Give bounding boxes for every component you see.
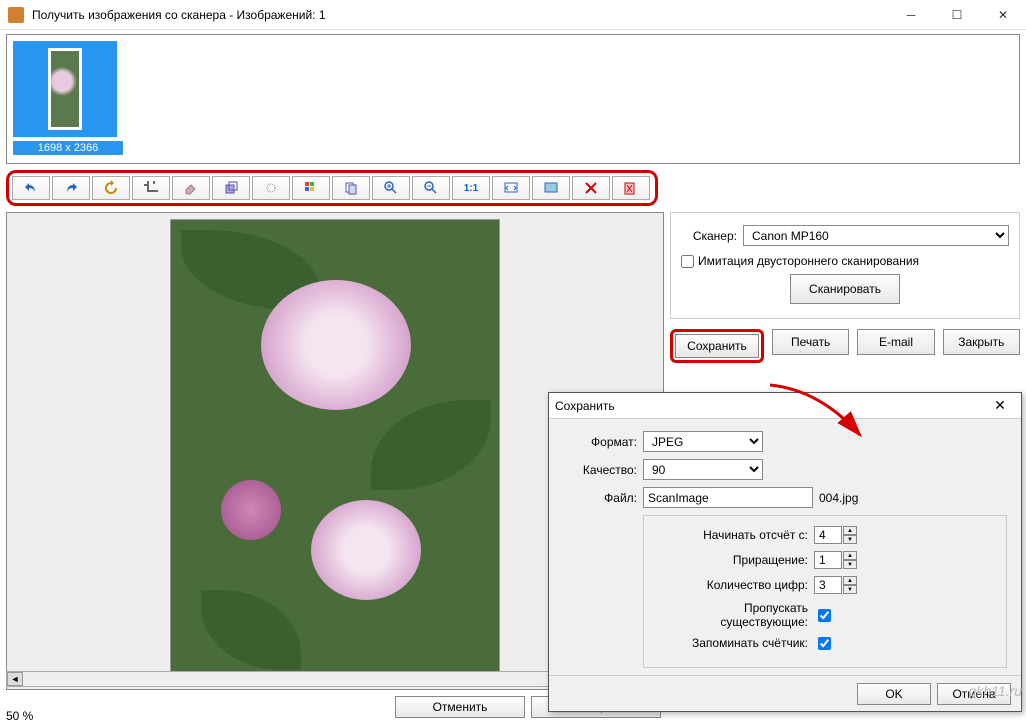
zoom-in-icon[interactable] <box>372 176 410 200</box>
dialog-close-button[interactable]: ✕ <box>985 397 1015 414</box>
file-input[interactable] <box>643 487 813 508</box>
start-count-input[interactable] <box>814 526 842 544</box>
clone-icon[interactable] <box>212 176 250 200</box>
maximize-button[interactable]: ☐ <box>934 0 980 30</box>
close-button[interactable]: ✕ <box>980 0 1026 30</box>
app-icon <box>8 7 24 23</box>
scanner-label: Сканер: <box>681 229 737 243</box>
file-label: Файл: <box>563 491 637 505</box>
thumbnail-strip: 1698 x 2366 <box>6 34 1020 164</box>
start-count-label: Начинать отсчёт с: <box>658 528 808 542</box>
toolbar: 1:1 <box>12 176 652 200</box>
inc-down[interactable]: ▼ <box>843 560 857 569</box>
zoom-level: 50 % <box>6 709 66 723</box>
thumbnail[interactable]: 1698 x 2366 <box>13 41 123 155</box>
format-label: Формат: <box>563 435 637 449</box>
inc-up[interactable]: ▲ <box>843 551 857 560</box>
close-panel-button[interactable]: Закрыть <box>943 329 1020 355</box>
print-button[interactable]: Печать <box>772 329 849 355</box>
copy-icon[interactable] <box>332 176 370 200</box>
crop-icon[interactable] <box>132 176 170 200</box>
dialog-title: Сохранить <box>555 399 985 413</box>
palette-icon[interactable] <box>292 176 330 200</box>
zoom-out-icon[interactable] <box>412 176 450 200</box>
dialog-titlebar[interactable]: Сохранить ✕ <box>549 393 1021 419</box>
thumbnail-dimensions: 1698 x 2366 <box>13 141 123 155</box>
delete-icon[interactable] <box>572 176 610 200</box>
preview-image <box>170 219 500 679</box>
undo-icon[interactable] <box>12 176 50 200</box>
scanner-group: Сканер: Canon MP160 Имитация двусторонне… <box>670 212 1020 319</box>
thumbnail-image <box>13 41 117 137</box>
dig-up[interactable]: ▲ <box>843 576 857 585</box>
email-button[interactable]: E-mail <box>857 329 934 355</box>
rotate-icon[interactable] <box>92 176 130 200</box>
fit-screen-icon[interactable] <box>492 176 530 200</box>
increment-input[interactable] <box>814 551 842 569</box>
action-buttons: Сохранить Печать E-mail Закрыть <box>670 329 1020 363</box>
duplex-checkbox[interactable] <box>681 255 694 268</box>
quality-select[interactable]: 90 <box>643 459 763 480</box>
fit-width-icon[interactable] <box>532 176 570 200</box>
quality-label: Качество: <box>563 463 637 477</box>
skip-existing-checkbox[interactable] <box>818 609 831 622</box>
file-suffix: 004.jpg <box>819 491 858 505</box>
remember-counter-label: Запоминать счётчик: <box>658 636 808 650</box>
skip-existing-label: Пропускать существующие: <box>658 601 808 629</box>
toolbar-highlight: 1:1 <box>6 170 658 206</box>
scanner-select[interactable]: Canon MP160 <box>743 225 1009 246</box>
remember-counter-checkbox[interactable] <box>818 637 831 650</box>
digits-label: Количество цифр: <box>658 578 808 592</box>
redo-icon[interactable] <box>52 176 90 200</box>
window-title: Получить изображения со сканера - Изобра… <box>32 8 888 22</box>
watermark: gkh11.ru <box>969 683 1022 699</box>
start-up[interactable]: ▲ <box>843 526 857 535</box>
minimize-button[interactable]: ─ <box>888 0 934 30</box>
increment-label: Приращение: <box>658 553 808 567</box>
save-dialog: Сохранить ✕ Формат: JPEG Качество: 90 Фа… <box>548 392 1022 712</box>
digits-input[interactable] <box>814 576 842 594</box>
erase-icon[interactable] <box>172 176 210 200</box>
dialog-ok-button[interactable]: OK <box>857 683 931 705</box>
scan-button[interactable]: Сканировать <box>790 274 900 304</box>
format-select[interactable]: JPEG <box>643 431 763 452</box>
dig-down[interactable]: ▼ <box>843 585 857 594</box>
counter-group: Начинать отсчёт с: ▲▼ Приращение: ▲▼ Кол… <box>643 515 1007 668</box>
titlebar: Получить изображения со сканера - Изобра… <box>0 0 1026 30</box>
auto-adjust-icon[interactable] <box>252 176 290 200</box>
save-button[interactable]: Сохранить <box>675 334 759 358</box>
save-highlight: Сохранить <box>670 329 764 363</box>
delete-all-icon[interactable] <box>612 176 650 200</box>
zoom-actual-icon[interactable]: 1:1 <box>452 176 490 200</box>
scroll-left-button[interactable]: ◄ <box>7 672 23 686</box>
duplex-label: Имитация двустороннего сканирования <box>698 254 919 268</box>
dialog-footer: OK Отмена <box>549 675 1021 711</box>
start-down[interactable]: ▼ <box>843 535 857 544</box>
